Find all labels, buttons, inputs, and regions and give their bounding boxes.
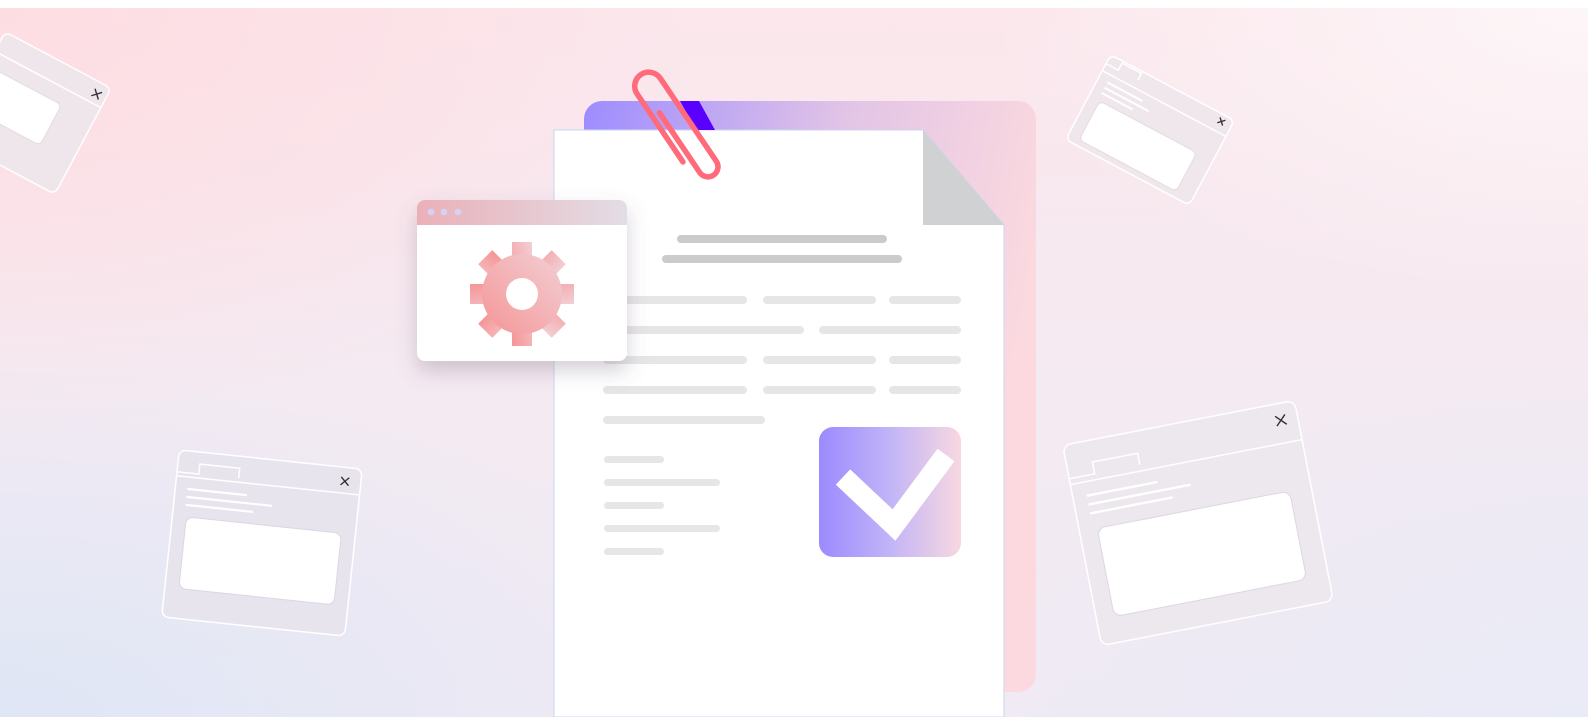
floating-window-bottom-left xyxy=(161,449,363,637)
floating-window-top-right xyxy=(1067,56,1233,204)
floating-window-bottom-right xyxy=(1063,400,1333,646)
floating-window-top-left xyxy=(0,33,110,193)
window-dot xyxy=(427,208,435,216)
illustration-scene xyxy=(0,33,1333,717)
gear-icon xyxy=(470,242,574,346)
window-dot xyxy=(440,208,448,216)
window-dot xyxy=(454,208,462,216)
checkmark-icon xyxy=(819,427,961,557)
